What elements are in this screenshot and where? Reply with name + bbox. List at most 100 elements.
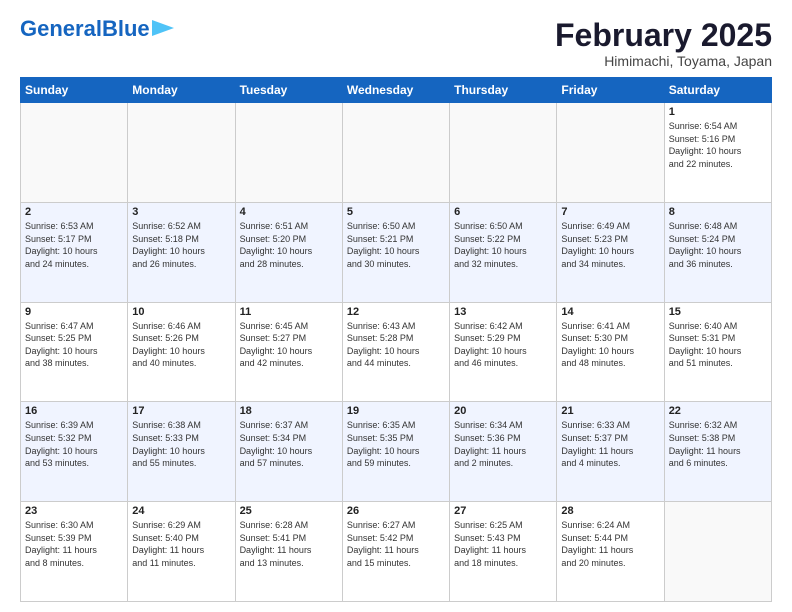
calendar-cell: 19 Sunrise: 6:35 AM Sunset: 5:35 PM Dayli…	[342, 402, 449, 502]
calendar-cell: 22 Sunrise: 6:32 AM Sunset: 5:38 PM Dayli…	[664, 402, 771, 502]
calendar-cell	[128, 103, 235, 203]
day-info: Sunrise: 6:34 AM Sunset: 5:36 PM Dayligh…	[454, 419, 552, 469]
calendar-row-1: 2 Sunrise: 6:53 AM Sunset: 5:17 PM Daylig…	[21, 202, 772, 302]
logo-text: GeneralBlue	[20, 18, 150, 40]
calendar-row-2: 9 Sunrise: 6:47 AM Sunset: 5:25 PM Daylig…	[21, 302, 772, 402]
logo-arrow-icon	[152, 20, 174, 36]
day-info: Sunrise: 6:53 AM Sunset: 5:17 PM Dayligh…	[25, 220, 123, 270]
calendar-cell: 4Sunrise: 6:51 AM Sunset: 5:20 PM Daylig…	[235, 202, 342, 302]
logo: GeneralBlue	[20, 18, 174, 40]
calendar-cell: 23 Sunrise: 6:30 AM Sunset: 5:39 PM Dayli…	[21, 502, 128, 602]
day-info: Sunrise: 6:24 AM Sunset: 5:44 PM Dayligh…	[561, 519, 659, 569]
calendar-cell	[342, 103, 449, 203]
calendar-cell: 3 Sunrise: 6:52 AM Sunset: 5:18 PM Daylig…	[128, 202, 235, 302]
calendar-header-row: Sunday Monday Tuesday Wednesday Thursday…	[21, 78, 772, 103]
day-number: 26	[347, 505, 445, 517]
calendar-cell: 24 Sunrise: 6:29 AM Sunset: 5:40 PM Dayli…	[128, 502, 235, 602]
day-number: 16	[25, 405, 123, 417]
calendar-cell	[450, 103, 557, 203]
calendar-cell: 11 Sunrise: 6:45 AM Sunset: 5:27 PM Dayli…	[235, 302, 342, 402]
calendar-cell: 26Sunrise: 6:27 AM Sunset: 5:42 PM Dayli…	[342, 502, 449, 602]
calendar-cell: 21 Sunrise: 6:33 AM Sunset: 5:37 PM Dayli…	[557, 402, 664, 502]
calendar-cell: 5 Sunrise: 6:50 AM Sunset: 5:21 PM Daylig…	[342, 202, 449, 302]
day-info: Sunrise: 6:48 AM Sunset: 5:24 PM Dayligh…	[669, 220, 767, 270]
day-info: Sunrise: 6:39 AM Sunset: 5:32 PM Dayligh…	[25, 419, 123, 469]
day-number: 22	[669, 405, 767, 417]
calendar-table: Sunday Monday Tuesday Wednesday Thursday…	[20, 77, 772, 602]
calendar-cell: 25Sunrise: 6:28 AM Sunset: 5:41 PM Dayli…	[235, 502, 342, 602]
day-number: 14	[561, 306, 659, 318]
col-monday: Monday	[128, 78, 235, 103]
calendar-cell: 10 Sunrise: 6:46 AM Sunset: 5:26 PM Dayli…	[128, 302, 235, 402]
day-info: Sunrise: 6:46 AM Sunset: 5:26 PM Dayligh…	[132, 320, 230, 370]
day-info: Sunrise: 6:28 AM Sunset: 5:41 PM Dayligh…	[240, 519, 338, 569]
day-info: Sunrise: 6:45 AM Sunset: 5:27 PM Dayligh…	[240, 320, 338, 370]
calendar-cell: 8Sunrise: 6:48 AM Sunset: 5:24 PM Daylig…	[664, 202, 771, 302]
day-number: 11	[240, 306, 338, 318]
col-saturday: Saturday	[664, 78, 771, 103]
day-number: 12	[347, 306, 445, 318]
calendar-cell: 18 Sunrise: 6:37 AM Sunset: 5:34 PM Dayli…	[235, 402, 342, 502]
calendar-cell: 7 Sunrise: 6:49 AM Sunset: 5:23 PM Daylig…	[557, 202, 664, 302]
header: GeneralBlue February 2025 Himimachi, Toy…	[20, 18, 772, 69]
day-info: Sunrise: 6:25 AM Sunset: 5:43 PM Dayligh…	[454, 519, 552, 569]
day-number: 1	[669, 106, 767, 118]
day-number: 3	[132, 206, 230, 218]
day-number: 23	[25, 505, 123, 517]
subtitle: Himimachi, Toyama, Japan	[555, 53, 772, 69]
calendar-cell	[235, 103, 342, 203]
day-number: 27	[454, 505, 552, 517]
calendar-row-0: 1Sunrise: 6:54 AM Sunset: 5:16 PM Daylig…	[21, 103, 772, 203]
calendar-cell: 17 Sunrise: 6:38 AM Sunset: 5:33 PM Dayli…	[128, 402, 235, 502]
col-thursday: Thursday	[450, 78, 557, 103]
day-info: Sunrise: 6:41 AM Sunset: 5:30 PM Dayligh…	[561, 320, 659, 370]
day-number: 20	[454, 405, 552, 417]
day-info: Sunrise: 6:50 AM Sunset: 5:21 PM Dayligh…	[347, 220, 445, 270]
day-info: Sunrise: 6:37 AM Sunset: 5:34 PM Dayligh…	[240, 419, 338, 469]
day-number: 2	[25, 206, 123, 218]
calendar-row-4: 23 Sunrise: 6:30 AM Sunset: 5:39 PM Dayli…	[21, 502, 772, 602]
calendar-cell: 6 Sunrise: 6:50 AM Sunset: 5:22 PM Daylig…	[450, 202, 557, 302]
col-sunday: Sunday	[21, 78, 128, 103]
day-info: Sunrise: 6:35 AM Sunset: 5:35 PM Dayligh…	[347, 419, 445, 469]
day-number: 21	[561, 405, 659, 417]
calendar-cell	[557, 103, 664, 203]
day-number: 9	[25, 306, 123, 318]
day-number: 17	[132, 405, 230, 417]
calendar-cell: 16 Sunrise: 6:39 AM Sunset: 5:32 PM Dayli…	[21, 402, 128, 502]
day-number: 13	[454, 306, 552, 318]
day-info: Sunrise: 6:32 AM Sunset: 5:38 PM Dayligh…	[669, 419, 767, 469]
calendar-cell: 12 Sunrise: 6:43 AM Sunset: 5:28 PM Dayli…	[342, 302, 449, 402]
day-number: 15	[669, 306, 767, 318]
calendar-cell: 28 Sunrise: 6:24 AM Sunset: 5:44 PM Dayli…	[557, 502, 664, 602]
day-number: 18	[240, 405, 338, 417]
main-title: February 2025	[555, 18, 772, 53]
calendar-cell: 15Sunrise: 6:40 AM Sunset: 5:31 PM Dayli…	[664, 302, 771, 402]
day-number: 24	[132, 505, 230, 517]
calendar-cell: 14 Sunrise: 6:41 AM Sunset: 5:30 PM Dayli…	[557, 302, 664, 402]
day-info: Sunrise: 6:43 AM Sunset: 5:28 PM Dayligh…	[347, 320, 445, 370]
calendar-cell: 1Sunrise: 6:54 AM Sunset: 5:16 PM Daylig…	[664, 103, 771, 203]
day-info: Sunrise: 6:33 AM Sunset: 5:37 PM Dayligh…	[561, 419, 659, 469]
col-friday: Friday	[557, 78, 664, 103]
calendar-cell: 9 Sunrise: 6:47 AM Sunset: 5:25 PM Daylig…	[21, 302, 128, 402]
calendar-row-3: 16 Sunrise: 6:39 AM Sunset: 5:32 PM Dayli…	[21, 402, 772, 502]
day-info: Sunrise: 6:49 AM Sunset: 5:23 PM Dayligh…	[561, 220, 659, 270]
page: GeneralBlue February 2025 Himimachi, Toy…	[0, 0, 792, 612]
day-number: 28	[561, 505, 659, 517]
day-number: 6	[454, 206, 552, 218]
day-info: Sunrise: 6:47 AM Sunset: 5:25 PM Dayligh…	[25, 320, 123, 370]
day-info: Sunrise: 6:38 AM Sunset: 5:33 PM Dayligh…	[132, 419, 230, 469]
calendar-cell	[21, 103, 128, 203]
calendar-cell: 20 Sunrise: 6:34 AM Sunset: 5:36 PM Dayli…	[450, 402, 557, 502]
day-info: Sunrise: 6:30 AM Sunset: 5:39 PM Dayligh…	[25, 519, 123, 569]
calendar-cell: 27 Sunrise: 6:25 AM Sunset: 5:43 PM Dayli…	[450, 502, 557, 602]
day-number: 7	[561, 206, 659, 218]
day-number: 10	[132, 306, 230, 318]
day-number: 5	[347, 206, 445, 218]
day-number: 19	[347, 405, 445, 417]
day-info: Sunrise: 6:29 AM Sunset: 5:40 PM Dayligh…	[132, 519, 230, 569]
day-info: Sunrise: 6:51 AM Sunset: 5:20 PM Dayligh…	[240, 220, 338, 270]
day-info: Sunrise: 6:50 AM Sunset: 5:22 PM Dayligh…	[454, 220, 552, 270]
day-info: Sunrise: 6:52 AM Sunset: 5:18 PM Dayligh…	[132, 220, 230, 270]
